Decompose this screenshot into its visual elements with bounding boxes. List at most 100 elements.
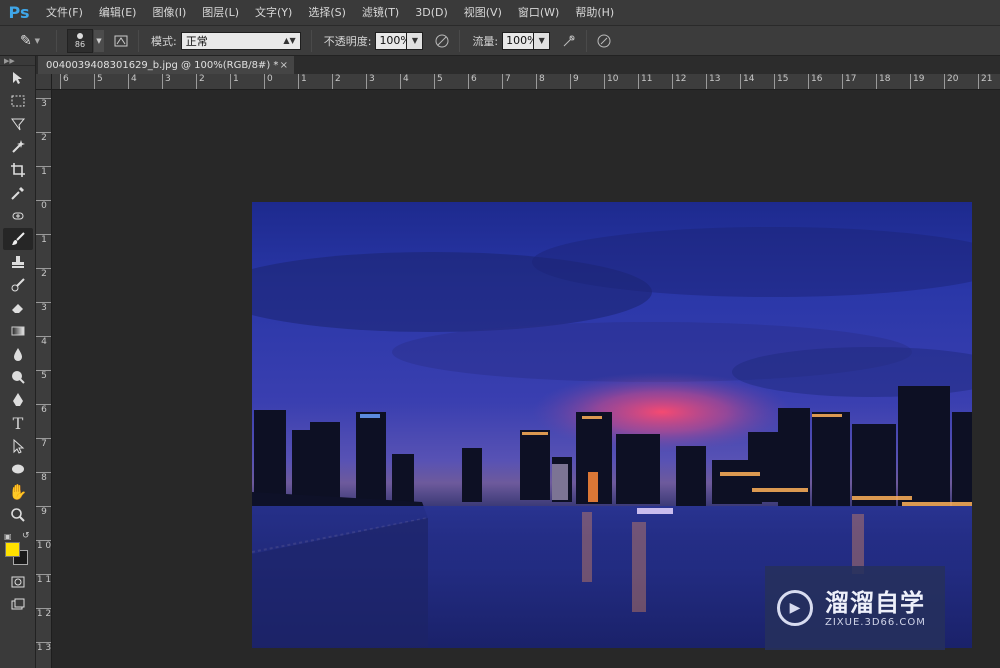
ruler-tick-label: 1 0 [36,540,52,551]
ruler-tick-label: 5 [36,370,51,381]
pressure-size-icon[interactable] [593,30,615,52]
healing-brush-tool-icon[interactable] [3,205,33,227]
ruler-tick-label: 2 [36,132,51,143]
crop-tool-icon[interactable] [3,159,33,181]
ruler-tick-label: 1 3 [36,642,52,653]
blend-mode-value: 正常 [185,34,208,48]
pen-tool-icon[interactable] [3,389,33,411]
hand-tool-icon[interactable]: ✋ [3,481,33,503]
ruler-tick-label: 3 [162,74,171,89]
ruler-origin[interactable] [36,74,52,90]
ruler-tick-label: 16 [808,74,822,89]
watermark-subtitle: ZIXUE.3D66.COM [825,616,926,628]
opacity-label: 不透明度: [323,34,372,48]
brush-tool-icon[interactable] [3,228,33,250]
brush-picker-dropdown[interactable]: ▼ [94,29,104,52]
flow-dropdown[interactable]: ▼ [534,31,551,50]
tool-preset-picker[interactable]: ✎ ▼ [10,30,50,52]
panel-collapse-icon[interactable]: ▶▶ [0,56,35,66]
document-tab[interactable]: 0040039408301629_b.jpg @ 100%(RGB/8#) * … [38,56,294,74]
move-tool-icon[interactable] [3,67,33,89]
eraser-tool-icon[interactable] [3,297,33,319]
ruler-tick-label: 12 [672,74,686,89]
swap-colors-icon[interactable]: ↺ [22,531,30,541]
type-tool-icon[interactable]: T [3,412,33,434]
menu-image[interactable]: 图像(I) [144,0,194,26]
menu-select[interactable]: 选择(S) [300,0,354,26]
history-brush-tool-icon[interactable] [3,274,33,296]
ruler-tick-label: 14 [740,74,754,89]
flow-label: 流量: [472,34,499,48]
ruler-tick-label: 4 [400,74,409,89]
blend-mode-select[interactable]: 正常 ▲▼ [180,31,301,50]
zoom-tool-icon[interactable] [3,504,33,526]
path-selection-tool-icon[interactable] [3,435,33,457]
ruler-tick-label: 15 [774,74,788,89]
ruler-tick-label: 1 2 [36,608,52,619]
photoshop-logo: Ps [8,3,30,22]
ruler-tick-label: 19 [910,74,924,89]
foreground-color-swatch[interactable] [5,542,20,557]
menu-edit[interactable]: 编辑(E) [91,0,145,26]
canvas-area[interactable]: ▶ 溜溜自学 ZIXUE.3D66.COM [52,90,1000,668]
menu-filter[interactable]: 滤镜(T) [354,0,407,26]
ruler-tick-label: 13 [706,74,720,89]
menu-view[interactable]: 视图(V) [456,0,510,26]
site-watermark: ▶ 溜溜自学 ZIXUE.3D66.COM [765,566,945,650]
menu-file[interactable]: 文件(F) [38,0,91,26]
pressure-opacity-icon[interactable] [431,30,453,52]
ruler-tick-label: 2 [36,268,51,279]
marquee-tool-icon[interactable] [3,90,33,112]
lasso-tool-icon[interactable] [3,113,33,135]
menu-help[interactable]: 帮助(H) [567,0,622,26]
ruler-tick-label: 20 [944,74,958,89]
menu-3d[interactable]: 3D(D) [407,0,456,26]
menu-window[interactable]: 窗口(W) [510,0,567,26]
eyedropper-tool-icon[interactable] [3,182,33,204]
clone-stamp-tool-icon[interactable] [3,251,33,273]
ruler-tick-label: 3 [366,74,375,89]
ruler-tick-label: 4 [36,336,51,347]
ruler-tick-label: 7 [36,438,51,449]
play-logo-icon: ▶ [777,590,813,626]
flow-input[interactable]: 100% [502,31,538,50]
ruler-tick-label: 8 [36,472,51,483]
ruler-tick-label: 4 [128,74,137,89]
brush-panel-toggle-icon[interactable] [110,30,132,52]
gradient-tool-icon[interactable] [3,320,33,342]
blur-tool-icon[interactable] [3,343,33,365]
ruler-tick-label: 1 1 [36,574,52,585]
quick-mask-icon[interactable] [3,571,33,593]
ruler-tick-label: 21 [978,74,992,89]
vertical-ruler[interactable]: 32101234567891 01 11 21 3 [36,90,52,668]
ruler-tick-label: 1 [230,74,239,89]
brush-size-preview[interactable]: 86 [67,28,93,53]
ruler-tick-label: 0 [264,74,273,89]
menu-layer[interactable]: 图层(L) [194,0,247,26]
ruler-tick-label: 9 [36,506,51,517]
ruler-tick-label: 6 [468,74,477,89]
ruler-tick-label: 7 [502,74,511,89]
ruler-tick-label: 6 [60,74,69,89]
default-colors-icon[interactable]: ▣ [4,532,12,541]
ruler-tick-label: 1 [36,234,51,245]
ruler-tick-label: 8 [536,74,545,89]
ruler-tick-label: 17 [842,74,856,89]
airbrush-icon[interactable] [558,30,580,52]
opacity-dropdown[interactable]: ▼ [407,31,424,50]
opacity-input[interactable]: 100% [375,31,411,50]
menu-type[interactable]: 文字(Y) [247,0,300,26]
color-swatches: ▣ ↺ [0,530,36,570]
dodge-tool-icon[interactable] [3,366,33,388]
ruler-tick-label: 1 [36,166,51,177]
document-tabs: 0040039408301629_b.jpg @ 100%(RGB/8#) * … [36,56,1000,74]
screen-mode-icon[interactable] [3,594,33,616]
magic-wand-tool-icon[interactable] [3,136,33,158]
mode-label: 模式: [151,34,177,48]
ruler-tick-label: 2 [332,74,341,89]
close-tab-icon[interactable]: × [280,60,294,71]
ruler-tick-label: 1 [298,74,307,89]
horizontal-ruler[interactable]: 6 5 4 3 2 1 0 1 2 3 4 5 6 7 8 9 10 11 12 13 14 15 16 17 18 19 20 21 [52,74,1000,90]
ellipse-tool-icon[interactable] [3,458,33,480]
ruler-tick-label: 2 [196,74,205,89]
